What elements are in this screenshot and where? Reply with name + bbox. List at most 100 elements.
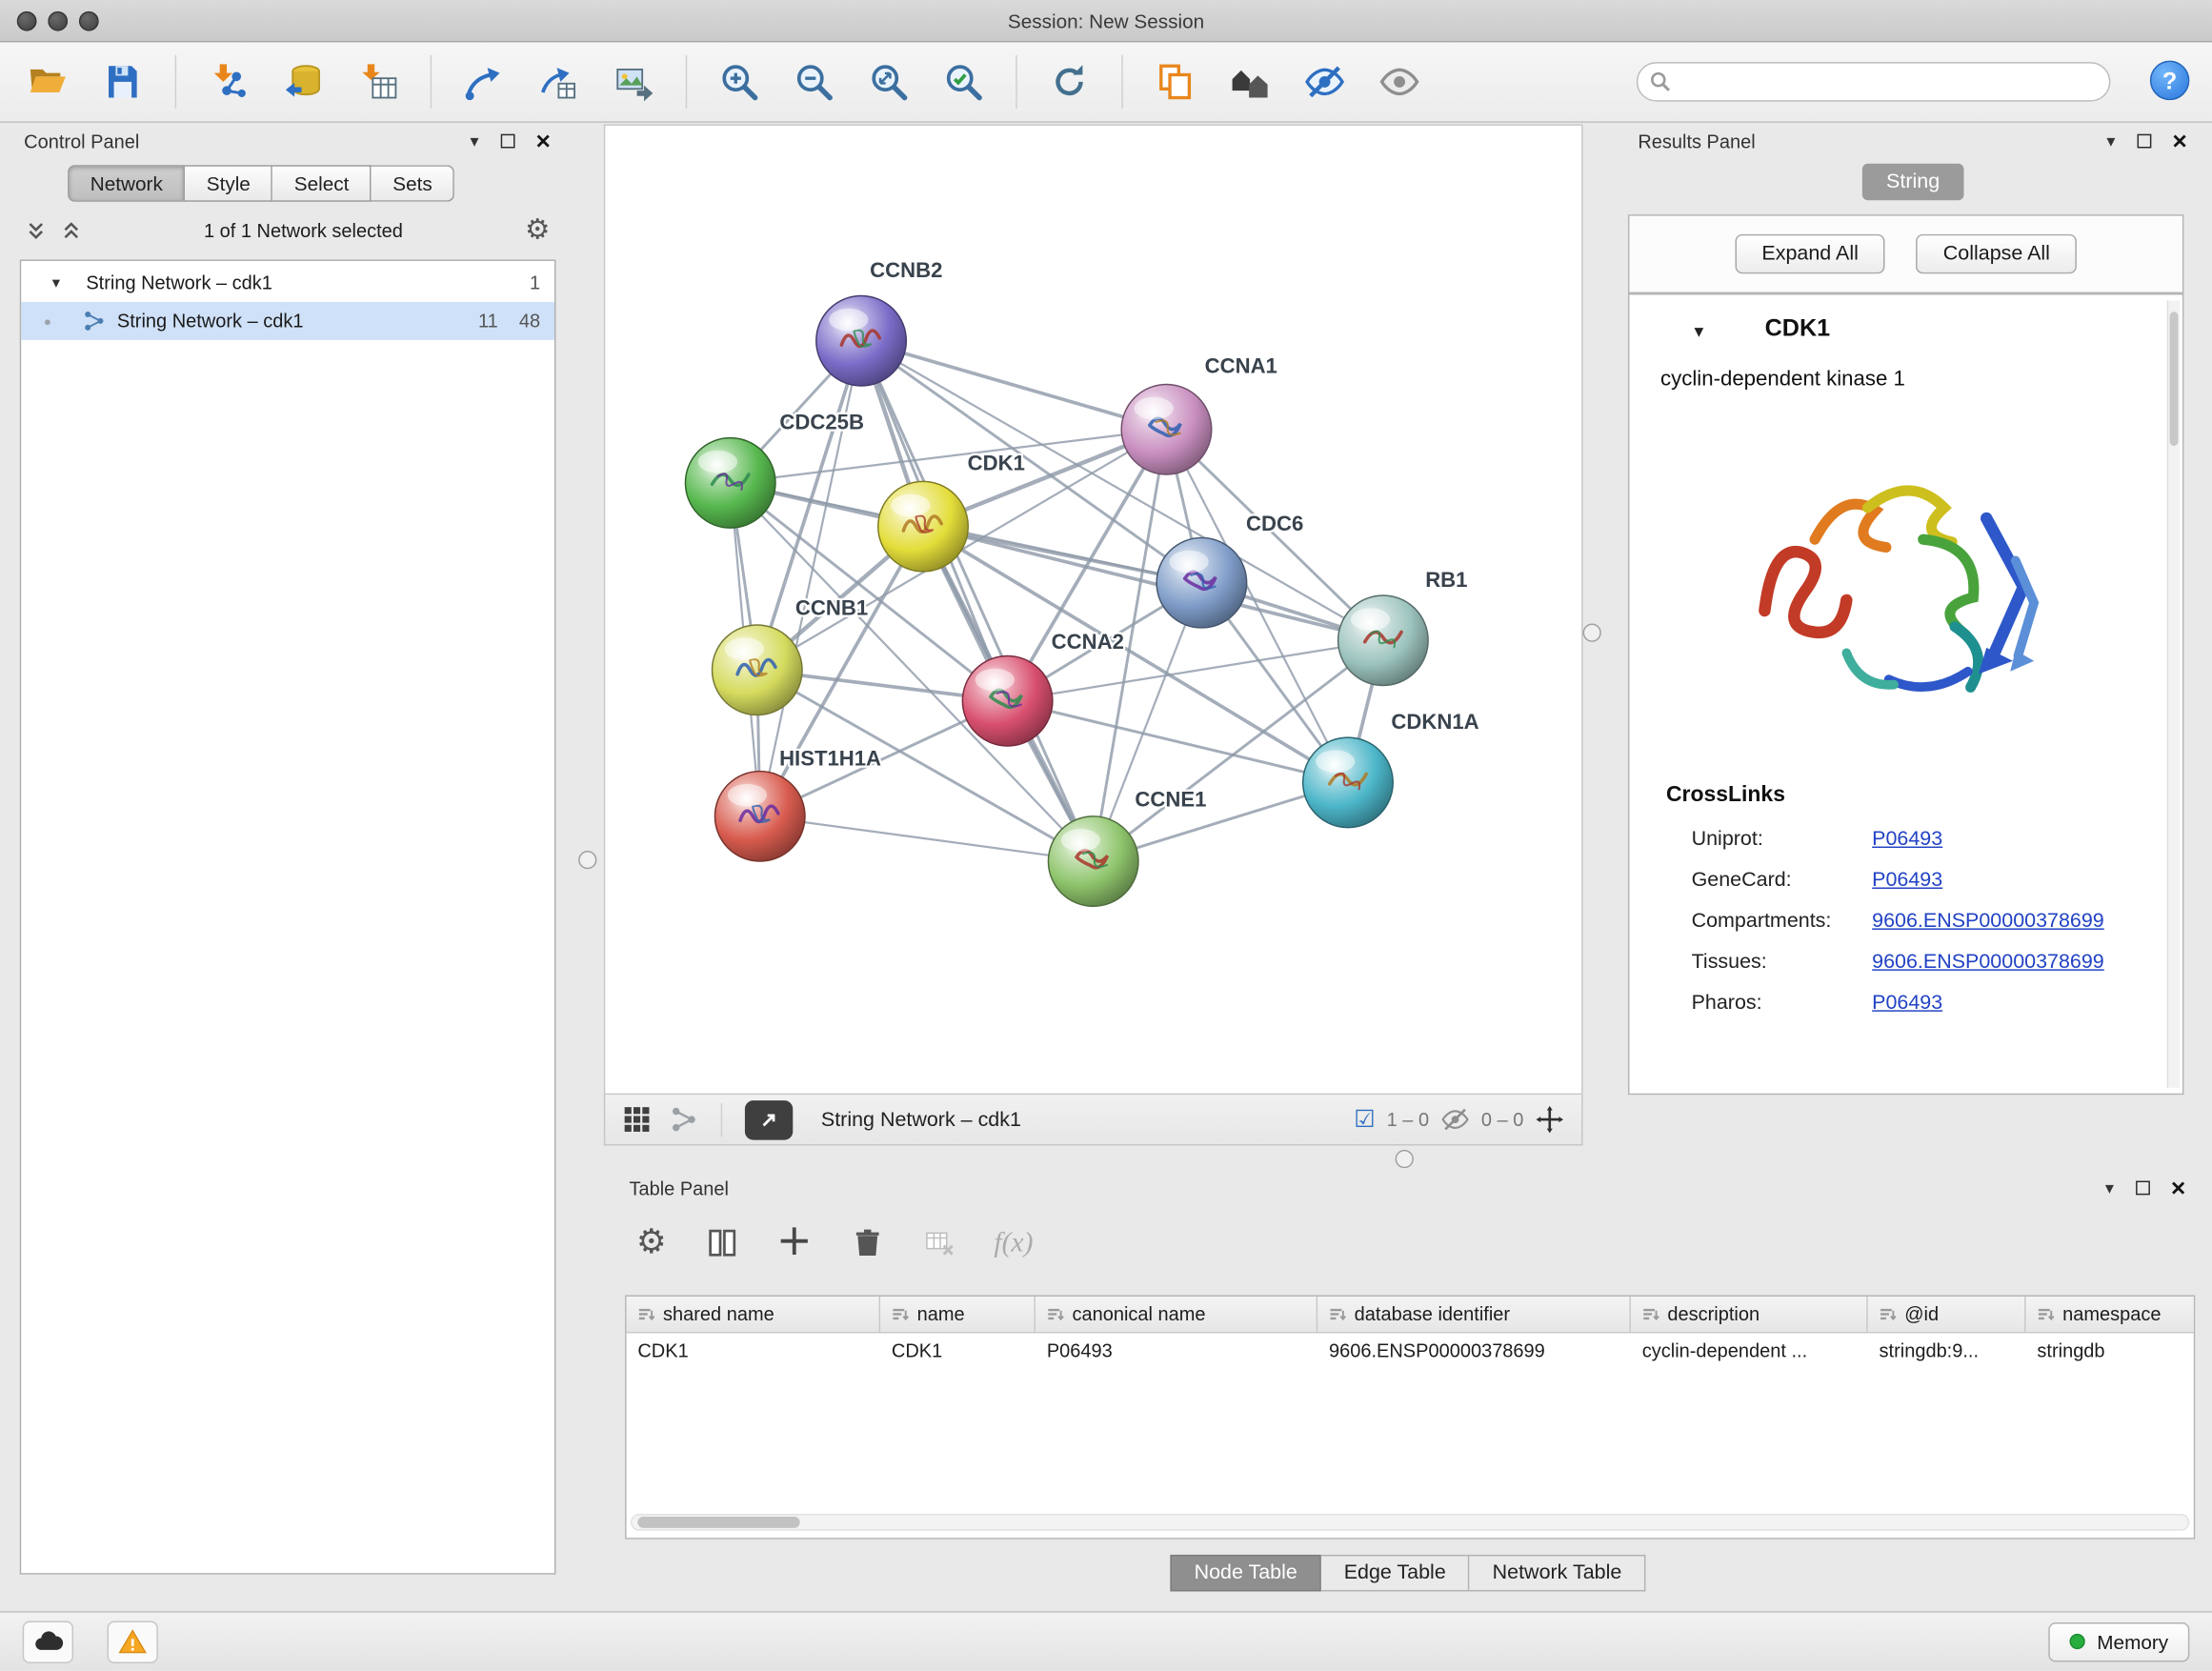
- column-header--id[interactable]: @id: [1868, 1297, 2026, 1332]
- network-node-cdk1[interactable]: [878, 481, 969, 572]
- panel-close-icon[interactable]: ✕: [2170, 1176, 2186, 1199]
- export-image-button[interactable]: [602, 50, 664, 112]
- crosslink-link[interactable]: P06493: [1872, 828, 1942, 851]
- tree-expand-icon[interactable]: ▾: [52, 273, 75, 292]
- clone-network-button[interactable]: [528, 50, 590, 112]
- scrollbar-thumb[interactable]: [2170, 312, 2179, 446]
- network-edge[interactable]: [861, 341, 1166, 430]
- panel-float-icon[interactable]: [2136, 1181, 2150, 1196]
- tab-string[interactable]: String: [1862, 164, 1963, 201]
- network-view[interactable]: CCNB2CCNA1CDC25BCDK1CDC6RB1CCNB1CCNA2CDK…: [604, 124, 1583, 1095]
- crosslink-link[interactable]: P06493: [1872, 869, 1942, 892]
- table-cell[interactable]: CDK1: [880, 1333, 1036, 1370]
- hide-selected-button[interactable]: [1294, 50, 1356, 112]
- table-cell[interactable]: stringdb: [2026, 1333, 2196, 1370]
- show-all-button[interactable]: [1368, 50, 1430, 112]
- zoom-selected-button[interactable]: [933, 50, 995, 112]
- network-edge[interactable]: [861, 341, 1094, 861]
- delete-column-trash-icon[interactable]: [850, 1226, 884, 1260]
- warnings-button[interactable]: [108, 1621, 158, 1662]
- splitter-handle-bottom[interactable]: [1396, 1150, 1414, 1168]
- zoom-fit-button[interactable]: [857, 50, 919, 112]
- network-node-ccna1[interactable]: [1121, 384, 1212, 474]
- cloud-status-button[interactable]: [23, 1621, 73, 1662]
- help-button[interactable]: ?: [2150, 61, 2189, 100]
- import-network-database-button[interactable]: [272, 50, 334, 112]
- column-header-description[interactable]: description: [1631, 1297, 1868, 1332]
- tab-network-table[interactable]: Network Table: [1470, 1555, 1646, 1592]
- network-overview-icon[interactable]: [669, 1105, 698, 1135]
- network-node-cdkn1a[interactable]: [1303, 737, 1394, 828]
- tab-style[interactable]: Style: [186, 165, 273, 202]
- collapse-gene-icon[interactable]: ▾: [1695, 320, 1704, 343]
- import-network-file-button[interactable]: [197, 50, 259, 112]
- hidden-eye-icon[interactable]: [1440, 1105, 1470, 1135]
- crosslink-link[interactable]: 9606.ENSP00000378699: [1872, 910, 2104, 933]
- network-edge[interactable]: [760, 816, 1094, 861]
- results-scrollbar[interactable]: [2167, 300, 2180, 1087]
- splitter-handle-left[interactable]: [578, 851, 596, 869]
- network-node-cdc25b[interactable]: [685, 438, 775, 529]
- network-node-hist1h1a[interactable]: [714, 772, 805, 862]
- toolbar-search-input[interactable]: [1637, 62, 2111, 101]
- network-node-cdc6[interactable]: [1156, 537, 1247, 628]
- add-column-icon[interactable]: ＋: [776, 1225, 812, 1260]
- open-in-browser-button[interactable]: [745, 1099, 793, 1138]
- panel-float-icon[interactable]: [2138, 134, 2152, 149]
- table-cell[interactable]: stringdb:9...: [1868, 1333, 2026, 1370]
- network-node-rb1[interactable]: [1338, 595, 1429, 686]
- tab-edge-table[interactable]: Edge Table: [1321, 1555, 1470, 1592]
- network-node-ccnb2[interactable]: [816, 295, 907, 386]
- save-session-button[interactable]: [91, 50, 153, 112]
- table-cell[interactable]: cyclin-dependent ...: [1631, 1333, 1868, 1370]
- panel-close-icon[interactable]: ✕: [2171, 130, 2187, 153]
- collapse-all-button[interactable]: Collapse All: [1917, 234, 2077, 273]
- column-header-canonical-name[interactable]: canonical name: [1036, 1297, 1317, 1332]
- table-cell[interactable]: 9606.ENSP00000378699: [1317, 1333, 1631, 1370]
- copy-style-button[interactable]: [1144, 50, 1206, 112]
- table-cell[interactable]: CDK1: [627, 1333, 881, 1370]
- tab-network[interactable]: Network: [68, 165, 185, 202]
- table-cell[interactable]: P06493: [1036, 1333, 1317, 1370]
- crosslink-link[interactable]: P06493: [1872, 992, 1942, 1015]
- network-edge[interactable]: [923, 527, 1383, 641]
- column-header-namespace[interactable]: namespace: [2026, 1297, 2196, 1332]
- zoom-in-button[interactable]: [708, 50, 770, 112]
- table-row[interactable]: CDK1CDK1P064939606.ENSP00000378699cyclin…: [627, 1333, 2194, 1370]
- tab-sets[interactable]: Sets: [372, 165, 454, 202]
- panel-close-icon[interactable]: ✕: [535, 130, 552, 153]
- expand-all-icon[interactable]: [61, 219, 82, 240]
- panel-menu-icon[interactable]: ▾: [2105, 1178, 2114, 1198]
- tab-select[interactable]: Select: [273, 165, 372, 202]
- new-network-button[interactable]: [452, 50, 514, 112]
- column-header-shared-name[interactable]: shared name: [627, 1297, 881, 1332]
- show-hide-panels-button[interactable]: [1218, 50, 1280, 112]
- memory-button[interactable]: Memory: [2049, 1621, 2189, 1661]
- network-edge[interactable]: [757, 341, 861, 671]
- fit-content-crosshair-icon[interactable]: [1535, 1105, 1564, 1135]
- open-session-button[interactable]: [17, 50, 79, 112]
- panel-float-icon[interactable]: [501, 134, 515, 149]
- column-header-name[interactable]: name: [880, 1297, 1036, 1332]
- tab-node-table[interactable]: Node Table: [1170, 1555, 1321, 1592]
- birdseye-grid-icon[interactable]: [622, 1105, 652, 1135]
- network-node-ccnb1[interactable]: [713, 625, 803, 715]
- show-columns-icon[interactable]: [705, 1226, 739, 1260]
- crosslink-link[interactable]: 9606.ENSP00000378699: [1872, 951, 2104, 974]
- network-row[interactable]: ● String Network – cdk1 11 48: [21, 302, 554, 340]
- panel-menu-icon[interactable]: ▾: [470, 131, 478, 151]
- table-settings-gear-icon[interactable]: ⚙: [636, 1226, 667, 1260]
- gear-icon[interactable]: ⚙: [525, 216, 551, 245]
- panel-menu-icon[interactable]: ▾: [2106, 131, 2115, 151]
- scrollbar-thumb[interactable]: [637, 1517, 799, 1528]
- collapse-all-icon[interactable]: [26, 219, 47, 240]
- splitter-handle-right[interactable]: [1583, 624, 1601, 642]
- zoom-out-button[interactable]: [783, 50, 845, 112]
- horizontal-scrollbar[interactable]: [631, 1514, 2189, 1531]
- network-collection-row[interactable]: ▾ String Network – cdk1 1: [21, 264, 554, 302]
- apply-layout-button[interactable]: [1038, 50, 1100, 112]
- selected-checkbox-icon[interactable]: ☑: [1354, 1108, 1376, 1132]
- expand-all-button[interactable]: Expand All: [1735, 234, 1885, 273]
- import-table-file-button[interactable]: [347, 50, 409, 112]
- column-header-database-identifier[interactable]: database identifier: [1317, 1297, 1631, 1332]
